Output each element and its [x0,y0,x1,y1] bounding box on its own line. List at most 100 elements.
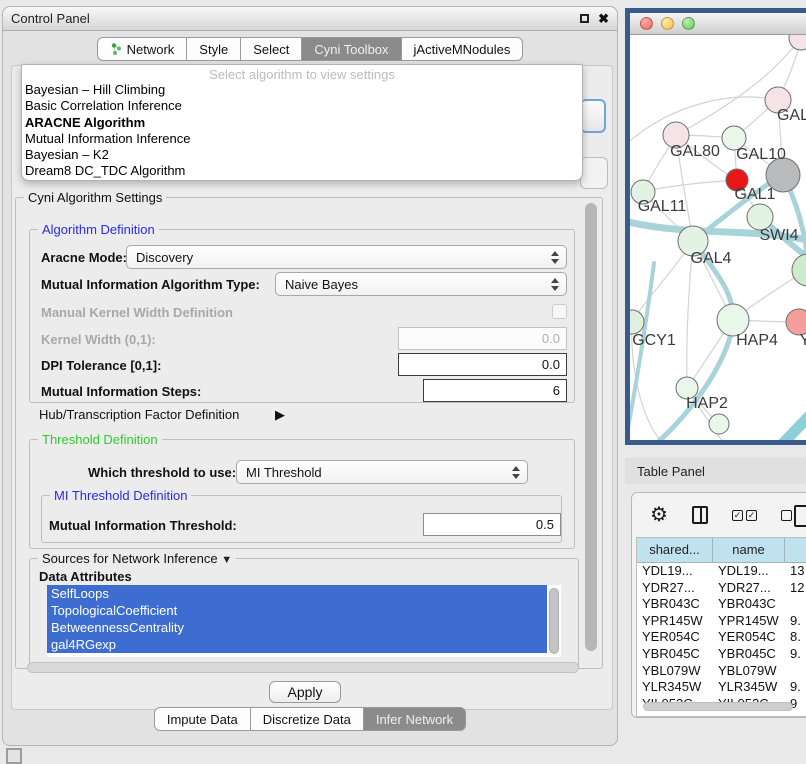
column-header[interactable] [785,538,806,562]
algorithm-option[interactable]: Mutual Information Inference [22,131,582,147]
tab-cyni-toolbox[interactable]: Cyni Toolbox [302,37,401,61]
float-window-icon[interactable] [580,14,589,23]
gear-icon[interactable]: ⚙ [650,505,668,525]
which-threshold-value: MI Threshold [246,465,322,480]
aracne-mode-combo[interactable]: Discovery [126,245,567,269]
algorithm-option[interactable]: Basic Correlation Inference [22,98,582,114]
select-all-checks-icon[interactable]: ✓✓ [732,510,757,521]
table-cell: YBR045C [713,646,785,663]
attribute-item[interactable]: SelfLoops [47,585,547,602]
dpi-tolerance-field[interactable]: 0.0 [398,353,567,376]
tab-label: jActiveMNodules [414,42,511,57]
network-edge [643,180,737,192]
table-cell: YLR345W [637,679,713,696]
network-node[interactable] [789,35,806,50]
attribute-item[interactable]: BetweennessCentrality [47,619,547,636]
expand-right-icon[interactable]: ▶ [275,407,285,423]
table-cell: YBL079W [637,663,713,680]
list-scrollbar[interactable] [549,588,559,654]
control-panel-title: Control Panel [11,11,90,26]
close-traffic-light-icon[interactable] [640,17,653,30]
which-threshold-label: Which threshold to use: [88,465,236,480]
apply-button[interactable]: Apply [269,681,341,703]
table-cell: YER054C [637,629,713,646]
attribute-item[interactable]: gal4RGexp [47,636,547,653]
network-node[interactable] [792,254,806,286]
table-cell: YBR043C [637,596,713,613]
algorithm-dropdown-list: Select algorithm to view settings Bayesi… [21,64,583,181]
node-table: shared...name YDL19...YDL19...13YDR27...… [636,537,806,717]
tab-label: Network [127,42,175,57]
table-cell: YDR27... [637,580,713,597]
table-cell: 12 [785,580,806,597]
column-header[interactable]: name [713,538,785,562]
kernel-width-field[interactable]: 0.0 [398,327,567,350]
tab-style[interactable]: Style [187,37,241,61]
minimize-traffic-light-icon[interactable] [661,17,674,30]
algorithm-option[interactable]: Bayesian – K2 [22,147,582,163]
combo-spinner-icon [550,250,559,265]
table-row[interactable]: YBR043CYBR043C [637,596,806,613]
table-horizontal-scrollbar[interactable] [643,702,793,711]
network-selector-combo-partial[interactable] [580,157,608,189]
network-node-gcy1[interactable] [630,310,644,334]
zoom-traffic-light-icon[interactable] [682,17,695,30]
node-label: GAL1 [735,186,776,203]
tab-label: Impute Data [167,712,238,727]
manual-kernel-checkbox[interactable] [552,304,567,319]
mi-threshold-field[interactable]: 0.5 [423,513,561,536]
hub-definition-label: Hub/Transcription Factor Definition [39,407,239,422]
node-label: HAP2 [686,395,728,412]
table-row[interactable]: YPR145WYPR145W9. [637,613,806,630]
which-threshold-combo[interactable]: MI Threshold [236,460,528,484]
node-label: GCY1 [632,332,676,349]
table-cell: 9. [785,679,806,696]
mi-type-combo[interactable]: Naive Bayes [275,272,567,296]
tab-discretize-data[interactable]: Discretize Data [251,707,364,731]
node-label: GAL4 [691,250,732,267]
mi-steps-label: Mutual Information Steps: [41,384,201,399]
table-cell: YLR345W [713,679,785,696]
algorithm-option[interactable]: Bayesian – Hill Climbing [22,82,582,98]
collapse-down-icon[interactable]: ▼ [221,554,232,566]
control-panel-tabs: Network StyleSelectCyni Toolbox jActiveMNo… [3,37,617,61]
data-attributes-label: Data Attributes [39,569,132,584]
attribute-item[interactable]: TopologicalCoefficient [47,602,547,619]
threshold-definition-title: Threshold Definition [38,432,162,447]
sources-title-text: Sources for Network Inference [42,551,218,566]
table-row[interactable]: YDL19...YDL19...13 [637,563,806,580]
table-row[interactable]: YLR345WYLR345W9. [637,679,806,696]
table-row[interactable]: YBL079WYBL079W [637,663,806,680]
table-toolbar: ⚙ ✓✓ [632,493,806,537]
tab-infer-network[interactable]: Infer Network [364,707,466,731]
node-label: Y [800,332,806,349]
columns-icon[interactable] [692,506,708,524]
data-attributes-list[interactable]: SelfLoopsTopologicalCoefficientBetweenne… [47,585,561,657]
settings-group-title: Cyni Algorithm Settings [24,190,166,205]
mi-threshold-label: Mutual Information Threshold: [49,518,237,533]
node-label: GAL [777,107,806,124]
algorithm-option[interactable]: Dream8 DC_TDC Algorithm [22,163,582,179]
horizontal-scrollbar[interactable] [27,662,579,673]
table-cell: YPR145W [637,613,713,630]
tab-impute-data[interactable]: Impute Data [154,707,251,731]
mi-steps-field[interactable]: 6 [423,379,567,402]
column-header[interactable]: shared... [637,538,713,562]
table-row[interactable]: YDR27...YDR27...12 [637,580,806,597]
network-canvas[interactable]: GALGAL80GAL10GAL1GAL11SWI4GAL4GCY1HAP4YH… [630,35,806,440]
network-node[interactable] [709,414,729,434]
algorithm-option[interactable]: ARACNE Algorithm [22,115,582,131]
tab-network[interactable]: Network [97,37,188,61]
table-cell [785,663,806,680]
export-table-icon[interactable] [794,505,806,527]
network-edge [630,97,778,145]
table-row[interactable]: YBR045CYBR045C9. [637,646,806,663]
inference-algorithm-combo-partial[interactable] [580,99,606,133]
tab-jactivemnodules[interactable]: jActiveMNodules [402,37,524,61]
tab-select[interactable]: Select [241,37,302,61]
settings-scrollbar[interactable] [585,203,597,651]
close-icon[interactable]: ✖ [598,12,609,25]
table-cell: 9. [785,646,806,663]
table-row[interactable]: YER054CYER054C8. [637,629,806,646]
table-cell: 8. [785,629,806,646]
